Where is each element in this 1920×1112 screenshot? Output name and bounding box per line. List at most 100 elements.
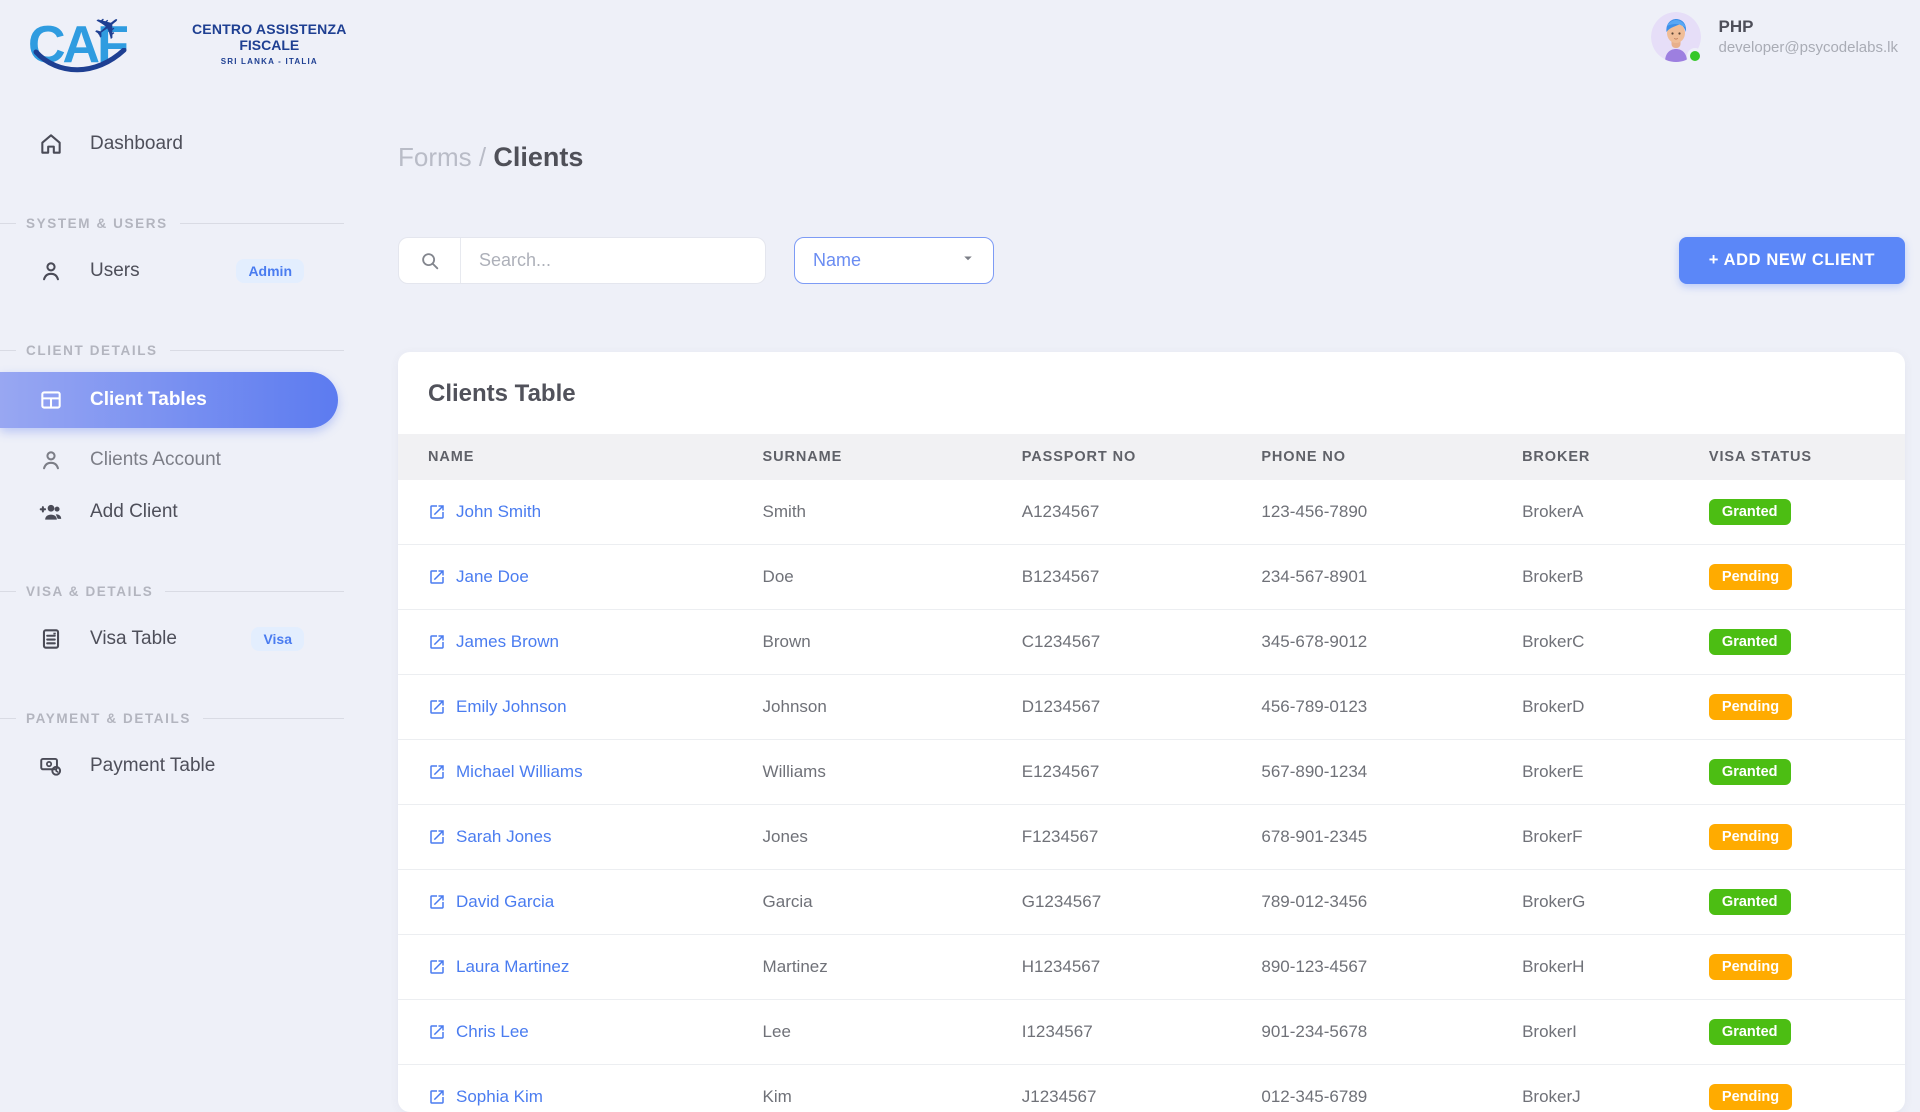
- client-broker: BrokerC: [1492, 610, 1679, 675]
- sidebar-item-label: Users: [90, 260, 140, 282]
- table-row: Sarah Jones Jones F1234567 678-901-2345 …: [398, 805, 1905, 870]
- visa-status-badge: Pending: [1709, 694, 1792, 720]
- column-header-surname: SURNAME: [733, 434, 992, 480]
- open-in-new-icon: [428, 1023, 446, 1041]
- client-broker: BrokerD: [1492, 675, 1679, 740]
- table-title: Clients Table: [398, 352, 1905, 434]
- clients-table-body: John Smith Smith A1234567 123-456-7890 B…: [398, 480, 1905, 1112]
- main-content: Forms / Clients Name + ADD NEW CLIENT Cl…: [352, 0, 1920, 1080]
- client-phone-no: 789-012-3456: [1231, 870, 1492, 935]
- client-phone-no: 678-901-2345: [1231, 805, 1492, 870]
- client-name: Jane Doe: [456, 567, 529, 587]
- table-row: Jane Doe Doe B1234567 234-567-8901 Broke…: [398, 545, 1905, 610]
- client-broker: BrokerB: [1492, 545, 1679, 610]
- client-passport-no: I1234567: [992, 1000, 1232, 1065]
- person-icon: [38, 447, 64, 473]
- open-in-new-icon: [428, 828, 446, 846]
- client-surname: Doe: [733, 545, 992, 610]
- client-name-link[interactable]: John Smith: [428, 502, 733, 522]
- client-name: Laura Martinez: [456, 957, 569, 977]
- table-row: David Garcia Garcia G1234567 789-012-345…: [398, 870, 1905, 935]
- client-surname: Johnson: [733, 675, 992, 740]
- app-logo[interactable]: CAF ✈ CENTRO ASSISTENZA FISCALE SRI LANK…: [28, 14, 352, 84]
- filter-dropdown[interactable]: Name: [794, 237, 994, 284]
- client-broker: BrokerE: [1492, 740, 1679, 805]
- visa-status-badge: Granted: [1709, 889, 1791, 915]
- client-surname: Smith: [733, 480, 992, 545]
- client-broker: BrokerF: [1492, 805, 1679, 870]
- search-icon: [399, 238, 461, 283]
- sidebar-item-users[interactable]: Users Admin: [0, 245, 352, 297]
- open-in-new-icon: [428, 633, 446, 651]
- visa-status-badge: Granted: [1709, 759, 1791, 785]
- search-box: [398, 237, 766, 284]
- logo-tagline: SRI LANKA - ITALIA: [192, 57, 347, 66]
- open-in-new-icon: [428, 958, 446, 976]
- breadcrumb-separator: /: [479, 142, 486, 172]
- client-phone-no: 012-345-6789: [1231, 1065, 1492, 1112]
- table-row: Michael Williams Williams E1234567 567-8…: [398, 740, 1905, 805]
- document-icon: [38, 626, 64, 652]
- client-name-link[interactable]: Sarah Jones: [428, 827, 733, 847]
- search-input[interactable]: [461, 238, 765, 283]
- breadcrumb-section[interactable]: Forms: [398, 142, 472, 172]
- client-name-link[interactable]: David Garcia: [428, 892, 733, 912]
- client-phone-no: 456-789-0123: [1231, 675, 1492, 740]
- sidebar-item-label: Visa Table: [90, 628, 177, 650]
- chevron-down-icon: [959, 249, 977, 272]
- sidebar-section-visa-details: VISA & DETAILS: [0, 584, 344, 599]
- visa-status-badge: Pending: [1709, 954, 1792, 980]
- client-passport-no: C1234567: [992, 610, 1232, 675]
- client-name-link[interactable]: Sophia Kim: [428, 1087, 733, 1107]
- person-icon: [38, 258, 64, 284]
- visa-status-badge: Pending: [1709, 1084, 1792, 1110]
- client-name: Chris Lee: [456, 1022, 529, 1042]
- sidebar-section-system-users: SYSTEM & USERS: [0, 216, 344, 231]
- client-passport-no: J1234567: [992, 1065, 1232, 1112]
- sidebar-item-dashboard[interactable]: Dashboard: [0, 118, 352, 170]
- sidebar-item-add-client[interactable]: Add Client: [0, 486, 352, 538]
- client-passport-no: B1234567: [992, 545, 1232, 610]
- table-row: James Brown Brown C1234567 345-678-9012 …: [398, 610, 1905, 675]
- client-name-link[interactable]: Emily Johnson: [428, 697, 733, 717]
- sidebar-item-visa-table[interactable]: Visa Table Visa: [0, 613, 352, 665]
- client-passport-no: E1234567: [992, 740, 1232, 805]
- person-add-icon: [38, 499, 64, 525]
- add-new-client-button[interactable]: + ADD NEW CLIENT: [1679, 237, 1905, 284]
- client-passport-no: F1234567: [992, 805, 1232, 870]
- client-name-link[interactable]: Michael Williams: [428, 762, 733, 782]
- breadcrumb-current: Clients: [493, 142, 583, 172]
- client-name-link[interactable]: Laura Martinez: [428, 957, 733, 977]
- client-passport-no: D1234567: [992, 675, 1232, 740]
- client-name: Sarah Jones: [456, 827, 551, 847]
- sidebar-item-client-tables[interactable]: Client Tables: [0, 372, 338, 428]
- client-name: James Brown: [456, 632, 559, 652]
- filter-selected-value: Name: [813, 250, 861, 271]
- sidebar-item-label: Payment Table: [90, 755, 215, 777]
- client-name-link[interactable]: Chris Lee: [428, 1022, 733, 1042]
- client-name-link[interactable]: James Brown: [428, 632, 733, 652]
- sidebar-item-payment-table[interactable]: Payment Table: [0, 740, 352, 792]
- client-name-link[interactable]: Jane Doe: [428, 567, 733, 587]
- client-surname: Martinez: [733, 935, 992, 1000]
- sidebar-item-clients-account[interactable]: Clients Account: [0, 434, 352, 486]
- open-in-new-icon: [428, 568, 446, 586]
- client-passport-no: A1234567: [992, 480, 1232, 545]
- admin-badge: Admin: [236, 259, 304, 283]
- table-row: John Smith Smith A1234567 123-456-7890 B…: [398, 480, 1905, 545]
- open-in-new-icon: [428, 893, 446, 911]
- table-row: Sophia Kim Kim J1234567 012-345-6789 Bro…: [398, 1065, 1905, 1112]
- client-surname: Garcia: [733, 870, 992, 935]
- logo-text: CENTRO ASSISTENZA FISCALE SRI LANKA - IT…: [192, 22, 347, 66]
- logo-swoosh: [32, 48, 128, 78]
- client-phone-no: 123-456-7890: [1231, 480, 1492, 545]
- visa-badge: Visa: [251, 627, 304, 651]
- client-phone-no: 901-234-5678: [1231, 1000, 1492, 1065]
- client-surname: Lee: [733, 1000, 992, 1065]
- column-header-phone-no: PHONE NO: [1231, 434, 1492, 480]
- payments-icon: [38, 753, 64, 779]
- open-in-new-icon: [428, 698, 446, 716]
- client-phone-no: 567-890-1234: [1231, 740, 1492, 805]
- logo-mark: CAF ✈: [28, 14, 178, 80]
- column-header-name: NAME: [398, 434, 733, 480]
